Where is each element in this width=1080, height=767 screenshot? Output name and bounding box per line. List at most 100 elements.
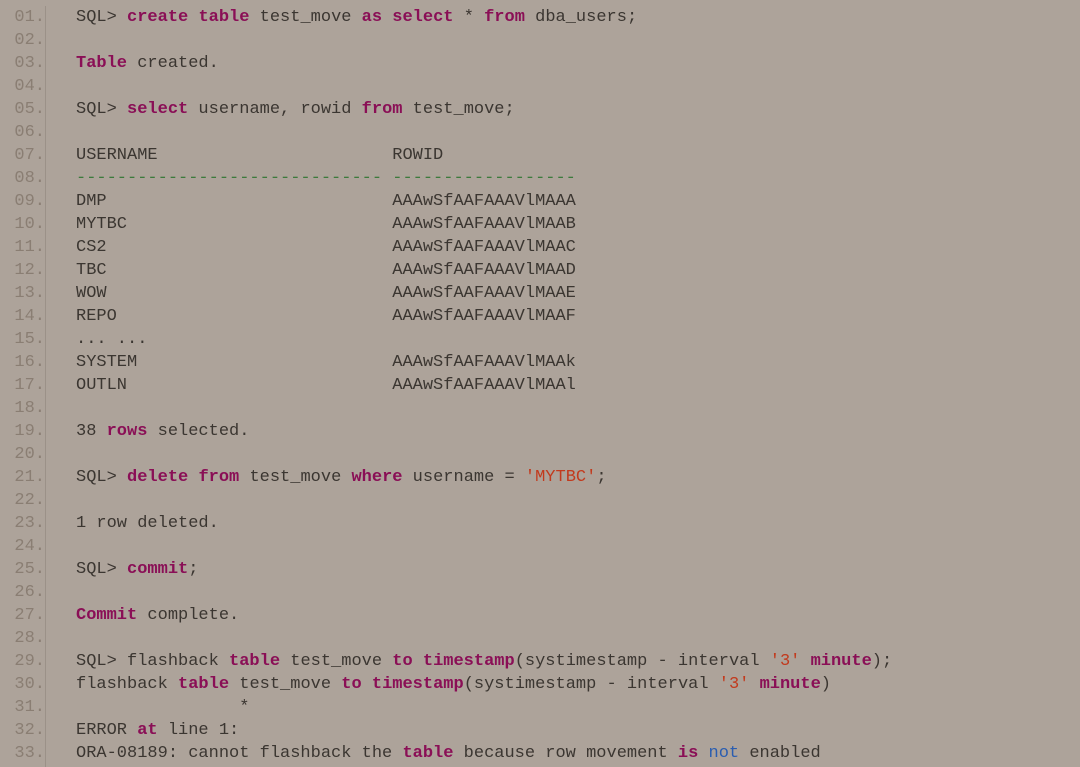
code-line: SQL> delete from test_move where usernam… (76, 466, 1080, 489)
code-token: to (392, 652, 412, 671)
code-line: DMP AAAwSfAAFAAAVlMAAA (76, 190, 1080, 213)
code-line: 1 row deleted. (76, 512, 1080, 535)
code-token (698, 744, 708, 763)
code-line: Commit complete. (76, 604, 1080, 627)
code-token: selected. (147, 422, 249, 441)
code-token: test_move (229, 675, 341, 694)
code-token: ------------------------------ ---------… (76, 169, 576, 188)
code-line (76, 75, 1080, 98)
code-token: SQL> (76, 100, 127, 119)
code-line: SQL> commit; (76, 558, 1080, 581)
code-token: test_move (249, 8, 361, 27)
line-number: 09. (0, 190, 45, 213)
code-token: SQL> (76, 560, 127, 579)
code-token: as (362, 8, 382, 27)
code-token (188, 468, 198, 487)
code-token: Table (76, 54, 127, 73)
code-line: ERROR at line 1: (76, 719, 1080, 742)
code-token: username = (402, 468, 524, 487)
code-token: table (198, 8, 249, 27)
code-token: REPO AAAwSfAAFAAAVlMAAF (76, 307, 576, 326)
code-token (413, 652, 423, 671)
line-number: 04. (0, 75, 45, 98)
code-token: commit (127, 560, 188, 579)
code-token: ; (596, 468, 606, 487)
code-token: SQL> (76, 8, 127, 27)
line-number: 01. (0, 6, 45, 29)
code-token: table (402, 744, 453, 763)
code-token: TBC AAAwSfAAFAAAVlMAAD (76, 261, 576, 280)
code-line (76, 443, 1080, 466)
code-line: USERNAME ROWID (76, 144, 1080, 167)
code-token: SQL> (76, 468, 127, 487)
code-token: ) (821, 675, 831, 694)
code-token: is (678, 744, 698, 763)
line-number: 21. (0, 466, 45, 489)
code-token: ; (188, 560, 198, 579)
code-token: (systimestamp - interval (464, 675, 719, 694)
code-token (749, 675, 759, 694)
line-number: 18. (0, 397, 45, 420)
code-token: SYSTEM AAAwSfAAFAAAVlMAAk (76, 353, 576, 372)
code-token: (systimestamp - interval (515, 652, 770, 671)
code-token: ORA-08189: cannot flashback the (76, 744, 402, 763)
line-number: 03. (0, 52, 45, 75)
line-number: 30. (0, 673, 45, 696)
code-token: test_move (280, 652, 392, 671)
code-line (76, 29, 1080, 52)
code-token (362, 675, 372, 694)
code-line (76, 535, 1080, 558)
code-token: table (178, 675, 229, 694)
line-number: 17. (0, 374, 45, 397)
line-number: 20. (0, 443, 45, 466)
code-token: ... ... (76, 330, 147, 349)
code-token: '3' (719, 675, 750, 694)
code-token: table (229, 652, 280, 671)
code-token: CS2 AAAwSfAAFAAAVlMAAC (76, 238, 576, 257)
code-token: 'MYTBC' (525, 468, 596, 487)
line-number: 10. (0, 213, 45, 236)
code-token: line 1: (158, 721, 240, 740)
line-number: 13. (0, 282, 45, 305)
code-token: minute (811, 652, 872, 671)
line-number: 24. (0, 535, 45, 558)
code-token: test_move; (402, 100, 514, 119)
line-number: 22. (0, 489, 45, 512)
code-line: WOW AAAwSfAAFAAAVlMAAE (76, 282, 1080, 305)
code-token: username, rowid (188, 100, 361, 119)
code-token (188, 8, 198, 27)
code-token: OUTLN AAAwSfAAFAAAVlMAAl (76, 376, 576, 395)
line-number: 23. (0, 512, 45, 535)
code-line: MYTBC AAAwSfAAFAAAVlMAAB (76, 213, 1080, 236)
code-token: 38 (76, 422, 107, 441)
code-line: Table created. (76, 52, 1080, 75)
code-line (76, 397, 1080, 420)
code-token: DMP AAAwSfAAFAAAVlMAAA (76, 192, 576, 211)
code-line: ... ... (76, 328, 1080, 351)
line-number: 16. (0, 351, 45, 374)
code-token: Commit (76, 606, 137, 625)
line-number: 19. (0, 420, 45, 443)
code-line: CS2 AAAwSfAAFAAAVlMAAC (76, 236, 1080, 259)
code-token: 1 row deleted. (76, 514, 219, 533)
line-number: 02. (0, 29, 45, 52)
code-token: ); (872, 652, 892, 671)
code-token: rows (107, 422, 148, 441)
code-line: SQL> flashback table test_move to timest… (76, 650, 1080, 673)
line-number: 32. (0, 719, 45, 742)
code-line: SQL> create table test_move as select * … (76, 6, 1080, 29)
code-token: WOW AAAwSfAAFAAAVlMAAE (76, 284, 576, 303)
line-number: 14. (0, 305, 45, 328)
line-number: 15. (0, 328, 45, 351)
code-token: enabled (739, 744, 821, 763)
line-number: 26. (0, 581, 45, 604)
code-token: flashback (76, 675, 178, 694)
code-token: timestamp (423, 652, 515, 671)
code-token: because row movement (453, 744, 677, 763)
code-line (76, 121, 1080, 144)
code-token: select (127, 100, 188, 119)
code-token: USERNAME ROWID (76, 146, 443, 165)
code-token: where (351, 468, 402, 487)
code-token: select (392, 8, 453, 27)
code-line: ------------------------------ ---------… (76, 167, 1080, 190)
